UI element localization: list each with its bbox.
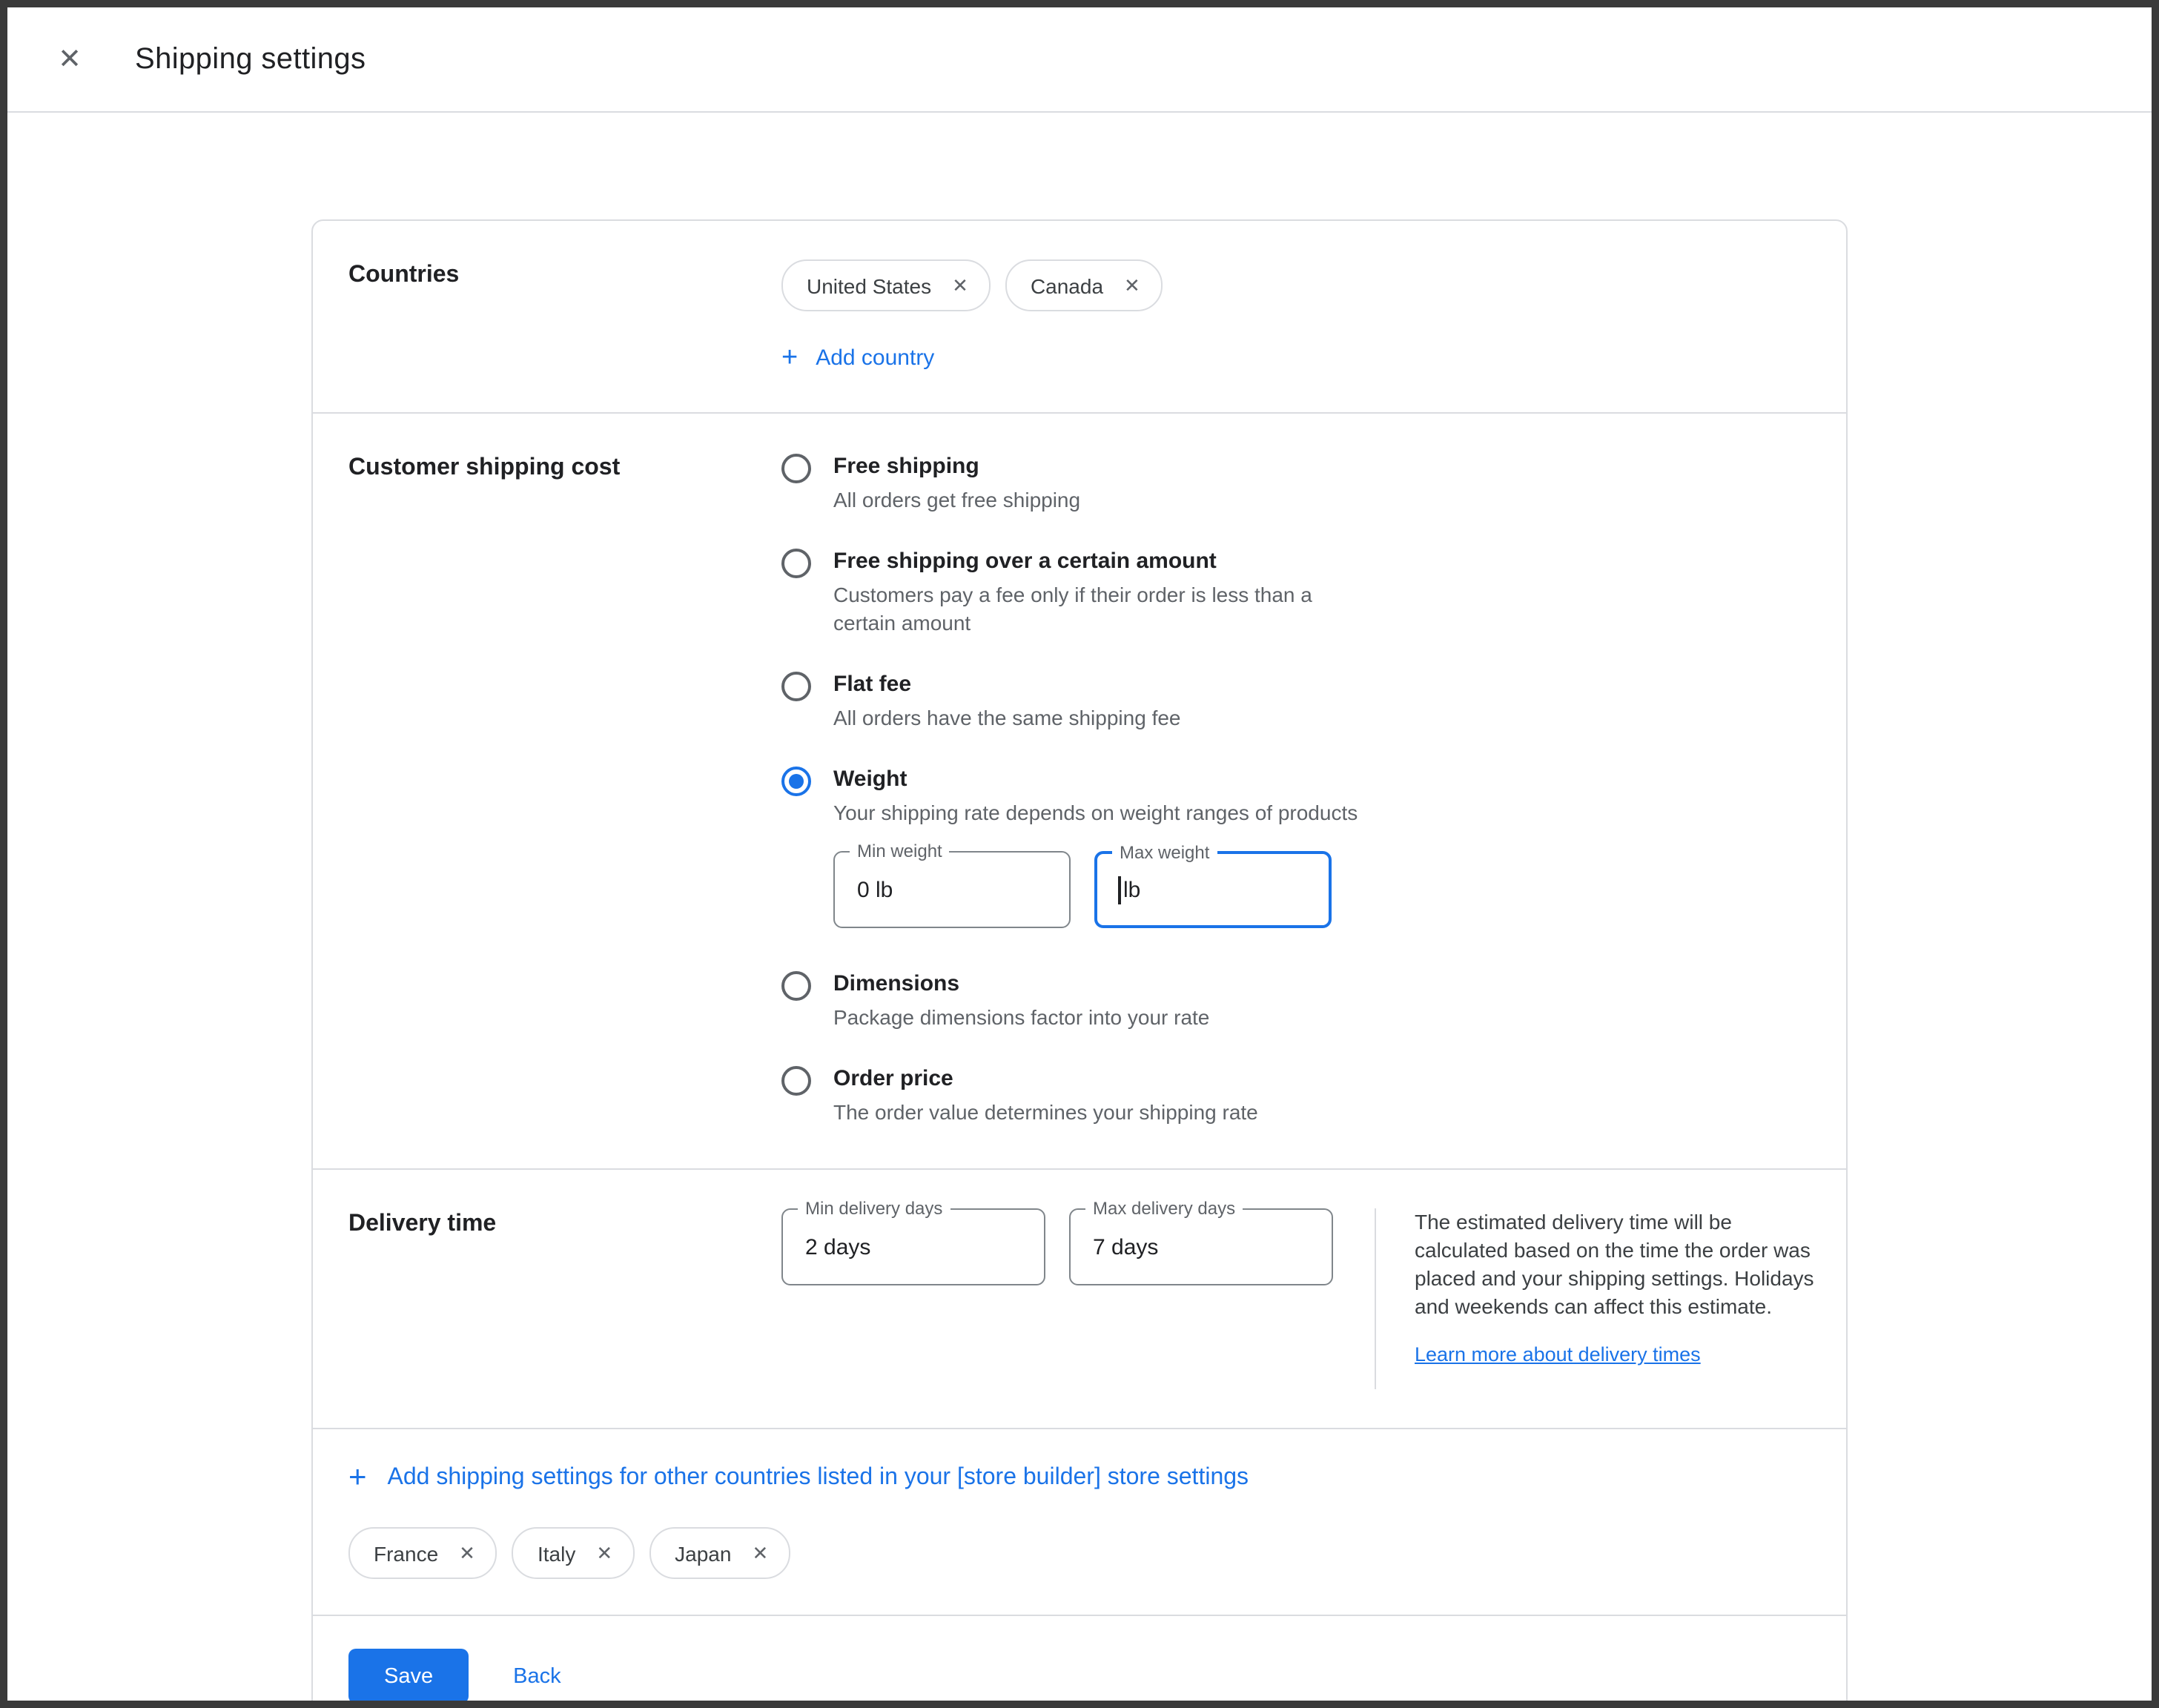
shipping-cost-options: Free shipping All orders get free shippi…: [781, 452, 1367, 1130]
min-weight-field-label: Min weight: [850, 841, 950, 863]
remove-country-icon[interactable]: ✕: [952, 274, 968, 297]
radio-unselected-icon[interactable]: [781, 454, 811, 483]
delivery-time-label: Delivery time: [348, 1208, 781, 1389]
page-title: Shipping settings: [135, 42, 366, 76]
max-delivery-days-value: 7 days: [1093, 1234, 1158, 1260]
country-chip-united-states[interactable]: United States ✕: [781, 259, 991, 311]
min-weight-field[interactable]: Min weight 0 lb: [833, 851, 1071, 928]
chip-label: Canada: [1031, 274, 1103, 297]
add-other-countries-button[interactable]: + Add shipping settings for other countr…: [348, 1462, 1249, 1493]
close-icon[interactable]: ✕: [52, 42, 87, 77]
dialog-header: ✕ Shipping settings: [7, 7, 2152, 113]
country-chip-row: United States ✕ Canada ✕: [781, 259, 1163, 311]
shipping-cost-section: Customer shipping cost Free shipping All…: [313, 414, 1846, 1168]
delivery-fields-row: Min delivery days 2 days Max delivery da…: [781, 1208, 1333, 1285]
country-chip-italy[interactable]: Italy ✕: [512, 1527, 635, 1579]
max-weight-field-label: Max weight: [1112, 842, 1217, 864]
option-title: Dimensions: [833, 970, 1209, 999]
option-title: Order price: [833, 1065, 1258, 1094]
countries-content: United States ✕ Canada ✕ + Add country: [781, 259, 1163, 374]
option-description: The order value determines your shipping…: [833, 1099, 1258, 1127]
option-description: All orders have the same shipping fee: [833, 704, 1181, 732]
option-description: Your shipping rate depends on weight ran…: [833, 799, 1358, 827]
option-title: Free shipping over a certain amount: [833, 547, 1367, 577]
back-button[interactable]: Back: [513, 1664, 561, 1688]
country-chip-canada[interactable]: Canada ✕: [1005, 259, 1163, 311]
countries-label: Countries: [348, 259, 781, 374]
option-weight[interactable]: Weight Your shipping rate depends on wei…: [781, 765, 1367, 937]
option-flat-fee[interactable]: Flat fee All orders have the same shippi…: [781, 670, 1367, 732]
min-delivery-days-field[interactable]: Min delivery days 2 days: [781, 1208, 1045, 1285]
dialog-footer: Save Back: [313, 1616, 1846, 1708]
max-delivery-days-label: Max delivery days: [1085, 1198, 1243, 1220]
delivery-time-section: Delivery time Min delivery days 2 days M…: [313, 1170, 1846, 1428]
plus-icon: +: [781, 344, 798, 372]
country-chip-japan[interactable]: Japan ✕: [649, 1527, 790, 1579]
chip-label: Japan: [675, 1541, 731, 1565]
option-free-shipping[interactable]: Free shipping All orders get free shippi…: [781, 452, 1367, 514]
chip-label: Italy: [538, 1541, 575, 1565]
country-chip-france[interactable]: France ✕: [348, 1527, 497, 1579]
add-country-label: Add country: [816, 345, 934, 371]
delivery-note-text: The estimated delivery time will be calc…: [1415, 1208, 1818, 1321]
other-countries-section: + Add shipping settings for other countr…: [313, 1429, 1846, 1615]
remove-country-icon[interactable]: ✕: [752, 1541, 768, 1565]
add-country-button[interactable]: + Add country: [781, 344, 934, 372]
radio-unselected-icon[interactable]: [781, 549, 811, 578]
shipping-cost-label: Customer shipping cost: [348, 452, 781, 1130]
option-title: Flat fee: [833, 670, 1181, 700]
radio-unselected-icon[interactable]: [781, 971, 811, 1001]
other-country-chip-row: France ✕ Italy ✕ Japan ✕: [348, 1527, 1811, 1579]
radio-unselected-icon[interactable]: [781, 672, 811, 701]
min-weight-value: 0 lb: [857, 877, 893, 902]
plus-icon: +: [348, 1462, 367, 1493]
save-button[interactable]: Save: [348, 1649, 469, 1704]
delivery-times-link[interactable]: Learn more about delivery times: [1415, 1343, 1701, 1366]
option-title: Weight: [833, 765, 1358, 795]
text-cursor: [1118, 875, 1120, 904]
delivery-note-panel: The estimated delivery time will be calc…: [1375, 1208, 1818, 1389]
shipping-settings-dialog: ✕ Shipping settings Countries United Sta…: [0, 0, 2159, 1708]
max-weight-field[interactable]: Max weight lb: [1094, 851, 1332, 928]
add-other-countries-label: Add shipping settings for other countrie…: [388, 1464, 1249, 1491]
settings-card: Countries United States ✕ Canada ✕ + Add…: [311, 219, 1848, 1708]
chip-label: France: [374, 1541, 438, 1565]
option-title: Free shipping: [833, 452, 1080, 482]
radio-selected-icon[interactable]: [781, 767, 811, 796]
countries-section: Countries United States ✕ Canada ✕ + Add…: [313, 221, 1846, 412]
max-weight-value: lb: [1123, 877, 1140, 902]
remove-country-icon[interactable]: ✕: [596, 1541, 612, 1565]
remove-country-icon[interactable]: ✕: [1124, 274, 1140, 297]
option-dimensions[interactable]: Dimensions Package dimensions factor int…: [781, 970, 1367, 1032]
chip-label: United States: [807, 274, 931, 297]
delivery-time-content: Min delivery days 2 days Max delivery da…: [781, 1208, 1818, 1389]
max-delivery-days-field[interactable]: Max delivery days 7 days: [1069, 1208, 1333, 1285]
remove-country-icon[interactable]: ✕: [459, 1541, 475, 1565]
option-order-price[interactable]: Order price The order value determines y…: [781, 1065, 1367, 1127]
min-delivery-days-value: 2 days: [805, 1234, 870, 1260]
option-free-shipping-over-amount[interactable]: Free shipping over a certain amount Cust…: [781, 547, 1367, 638]
radio-unselected-icon[interactable]: [781, 1066, 811, 1096]
option-description: Customers pay a fee only if their order …: [833, 581, 1367, 638]
option-description: Package dimensions factor into your rate: [833, 1004, 1209, 1032]
option-description: All orders get free shipping: [833, 486, 1080, 514]
weight-fields-row: Min weight 0 lb Max weight lb: [833, 851, 1358, 928]
min-delivery-days-label: Min delivery days: [798, 1198, 950, 1220]
